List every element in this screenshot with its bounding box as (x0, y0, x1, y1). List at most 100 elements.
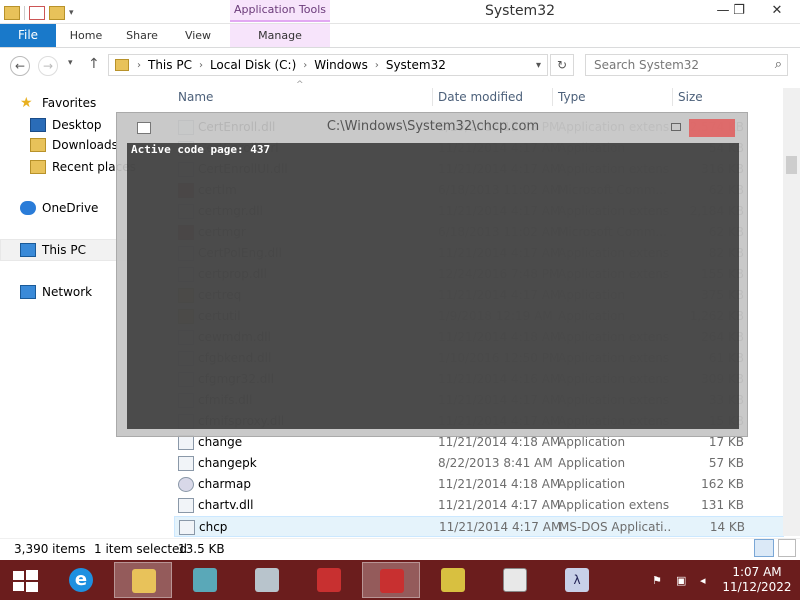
address-bar[interactable]: › This PC › Local Disk (C:) › Windows › … (108, 54, 548, 76)
taskbar-window-app[interactable] (486, 562, 544, 598)
file-date: 11/21/2014 4:17 AM (439, 520, 562, 534)
file-row[interactable]: chartv.dll 11/21/2014 4:17 AM Application … (174, 495, 784, 516)
column-type[interactable]: Type (558, 90, 586, 104)
nav-item-downloads[interactable]: Downloads (30, 135, 118, 155)
details-view-icon[interactable] (754, 539, 774, 557)
file-name: chartv.dll (198, 498, 254, 512)
key-icon (441, 568, 465, 592)
scrollbar-thumb[interactable] (786, 156, 797, 174)
file-type: Application (558, 435, 626, 449)
downloads-icon (30, 138, 46, 152)
file-row[interactable]: chcp 11/21/2014 4:17 AM MS-DOS Applicati..… (174, 516, 784, 537)
tab-share[interactable]: Share (120, 24, 164, 47)
up-icon[interactable]: ↑ (88, 56, 100, 72)
windows-logo-icon (13, 570, 38, 592)
file-type: Application (558, 456, 626, 470)
folder-icon[interactable] (4, 6, 20, 20)
taskbar-package-app[interactable] (176, 562, 234, 598)
nav-item-favorites[interactable]: ★ Favorites (20, 93, 96, 113)
large-icons-view-icon[interactable] (778, 539, 796, 557)
recent-locations-icon[interactable]: ▾ (68, 58, 73, 68)
contextual-tab-application-tools: Application Tools (230, 0, 330, 22)
tab-file[interactable]: File (0, 24, 56, 47)
file-row[interactable]: charmap 11/21/2014 4:18 AM Application 162 … (174, 474, 784, 495)
chevron-right-icon[interactable]: › (299, 60, 311, 71)
flag-icon[interactable]: ⚑ (652, 574, 666, 588)
search-icon[interactable]: ⌕ (775, 57, 782, 72)
nav-label: Downloads (52, 138, 118, 152)
console-body[interactable] (127, 143, 739, 429)
quick-access-toolbar: ▾ (4, 4, 74, 22)
customize-dropdown-icon[interactable]: ▾ (69, 8, 74, 18)
tab-manage[interactable]: Manage (230, 24, 330, 47)
clock-date: 11/12/2022 (722, 580, 792, 594)
restore-button[interactable]: ❐ (724, 0, 754, 22)
file-size: 162 KB (701, 477, 744, 491)
new-folder-icon[interactable] (49, 6, 65, 20)
status-selected: 1 item selected (94, 542, 188, 556)
console-minimize-button[interactable] (671, 123, 681, 131)
nav-item-network[interactable]: Network (20, 282, 92, 302)
volume-icon[interactable]: ◂ (700, 574, 714, 588)
file-size: 17 KB (708, 435, 744, 449)
search-input[interactable]: Search System32 (585, 54, 788, 76)
column-name[interactable]: Name (178, 90, 213, 104)
start-button[interactable] (10, 566, 40, 594)
clock[interactable]: 1:07 AM 11/12/2022 (722, 565, 792, 595)
breadcrumb-this-pc[interactable]: This PC (145, 58, 195, 72)
network-icon (20, 285, 36, 299)
nav-label: Desktop (52, 118, 102, 132)
sort-arrow-icon: ^ (296, 80, 304, 90)
taskbar-internet-explorer[interactable]: e (52, 562, 110, 598)
chevron-right-icon[interactable]: › (195, 60, 207, 71)
console-title: C:\Windows\System32\chcp.com (326, 119, 540, 134)
file-type: Application (558, 477, 626, 491)
file-row[interactable]: changepk 8/22/2013 8:41 AM Application 57 K… (174, 453, 784, 474)
title-bar (0, 0, 800, 24)
network-tray-icon[interactable]: ▣ (676, 574, 690, 588)
taskbar-lambda-app[interactable]: λ (548, 562, 606, 598)
close-button[interactable]: ✕ (762, 0, 792, 22)
console-close-button[interactable] (689, 119, 735, 137)
recent-places-icon (30, 160, 46, 174)
file-size: 14 KB (709, 520, 745, 534)
breadcrumb-windows[interactable]: Windows (311, 58, 371, 72)
file-size: 131 KB (701, 498, 744, 512)
nav-item-onedrive[interactable]: OneDrive (20, 198, 98, 218)
nav-label: This PC (42, 243, 86, 257)
console-window[interactable]: C:\Windows\System32\chcp.com Active code… (116, 112, 748, 437)
taskbar-toolbox[interactable] (300, 562, 358, 598)
column-date-modified[interactable]: Date modified (438, 90, 523, 104)
breadcrumb-system32[interactable]: System32 (383, 58, 449, 72)
taskbar-key-app[interactable] (424, 562, 482, 598)
breadcrumb-local-disk[interactable]: Local Disk (C:) (207, 58, 299, 72)
refresh-icon[interactable]: ↻ (550, 54, 574, 76)
tab-view[interactable]: View (176, 24, 220, 47)
chevron-right-icon[interactable]: › (371, 60, 383, 71)
nav-label: Favorites (42, 96, 97, 110)
forward-icon[interactable]: → (38, 56, 58, 76)
desktop-icon (30, 118, 46, 132)
file-explorer-icon (132, 569, 156, 593)
chevron-down-icon[interactable]: ▾ (536, 60, 547, 71)
column-size[interactable]: Size (678, 90, 703, 104)
tab-home[interactable]: Home (64, 24, 108, 47)
column-headers: Name Date modified Type Size ^ (174, 80, 784, 106)
file-name: chcp (199, 520, 228, 534)
taskbar-file-explorer[interactable] (114, 562, 172, 598)
properties-icon[interactable] (29, 6, 45, 20)
toolbox-icon (380, 569, 404, 593)
status-item-count: 3,390 items (14, 542, 86, 556)
taskbar-calculator[interactable] (238, 562, 296, 598)
nav-item-desktop[interactable]: Desktop (30, 115, 102, 135)
file-date: 11/21/2014 4:17 AM (438, 498, 561, 512)
star-icon: ★ (20, 95, 33, 111)
back-icon[interactable]: ← (10, 56, 30, 76)
status-size: 13.5 KB (178, 542, 225, 556)
computer-icon (20, 243, 36, 257)
file-type: MS-DOS Applicati... (559, 520, 671, 534)
chevron-right-icon: › (137, 59, 141, 71)
nav-item-this-pc[interactable]: This PC (20, 240, 86, 260)
file-date: 11/21/2014 4:18 AM (438, 435, 561, 449)
taskbar-toolbox-active[interactable] (362, 562, 420, 598)
